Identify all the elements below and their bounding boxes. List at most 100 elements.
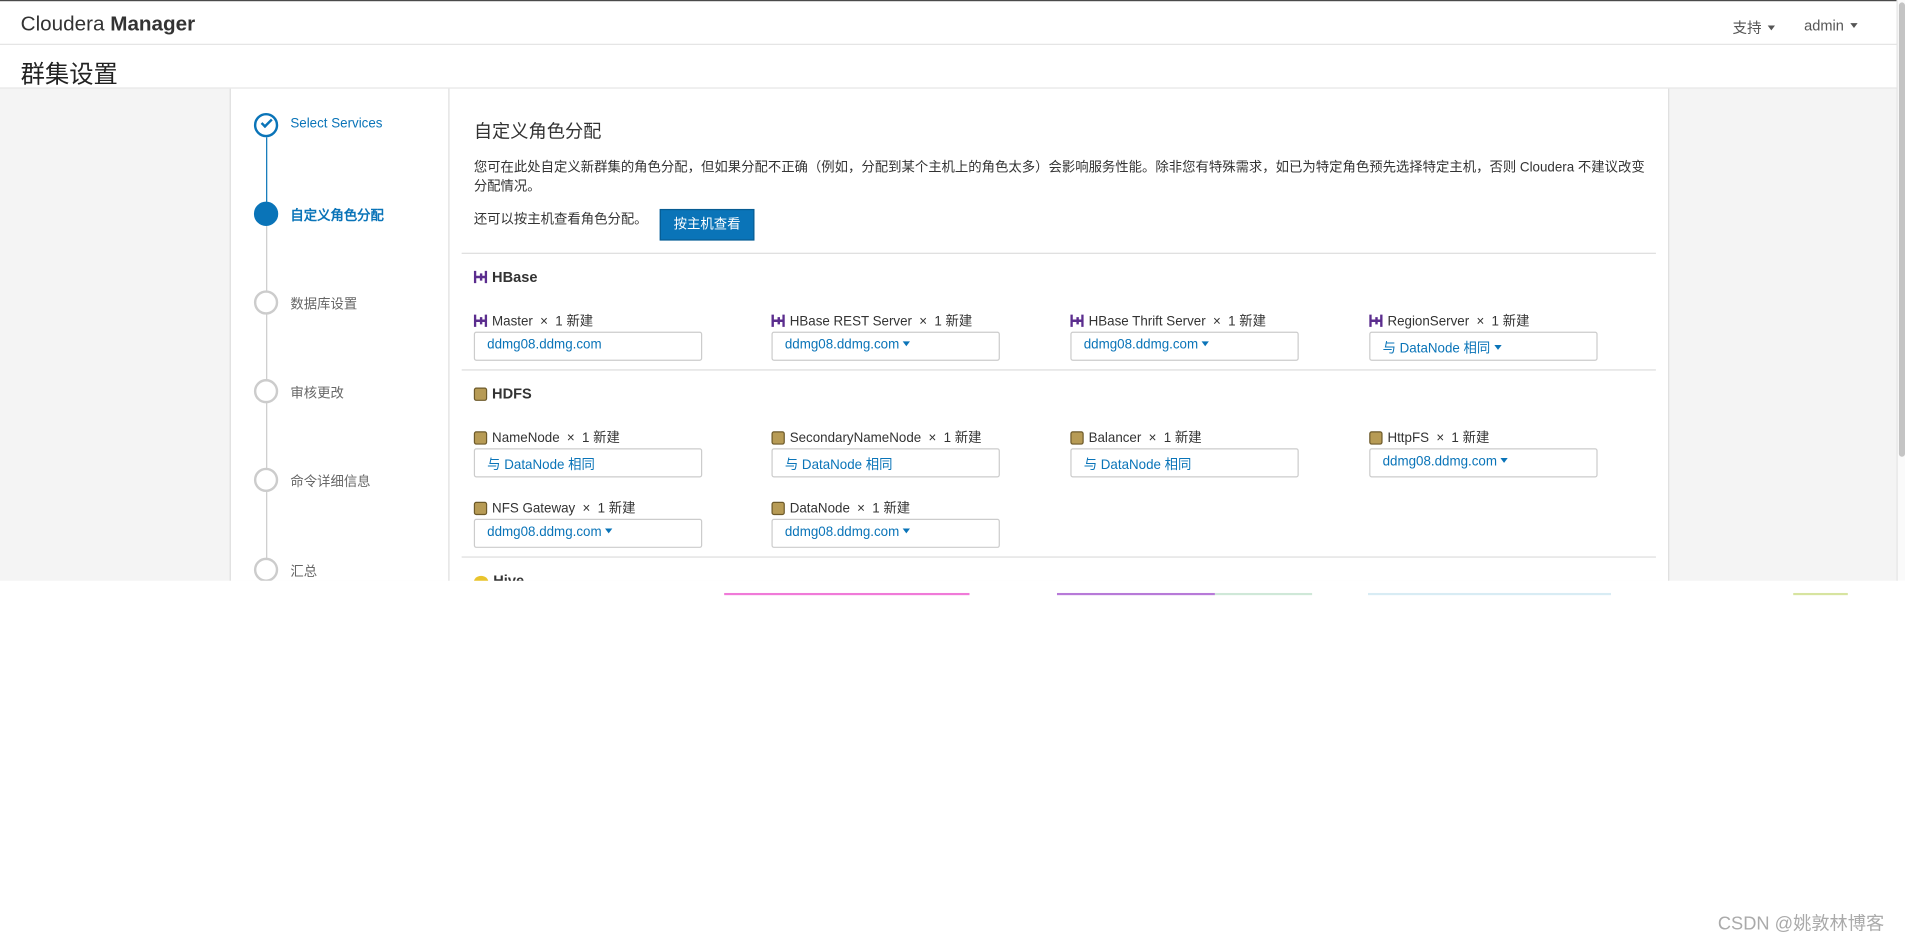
support-menu[interactable]: 支持 [1732, 17, 1776, 38]
caret-down-icon [1493, 345, 1502, 350]
role-name: RegionServer [1387, 314, 1470, 330]
role-count: 1 新建 [582, 431, 620, 446]
times-sign: × [1476, 314, 1485, 330]
caret-down-icon [902, 341, 911, 347]
role-count: 1 新建 [1228, 314, 1266, 330]
step-label: 命令详细信息 [290, 475, 371, 490]
host-selector[interactable]: ddmg08.ddmg.com [473, 331, 703, 361]
host-value: ddmg08.ddmg.com [784, 337, 900, 353]
host-value: ddmg08.ddmg.com [1083, 337, 1199, 353]
times-sign: × [1148, 431, 1157, 446]
hbase-icon [1070, 314, 1084, 327]
service-name: Hive [493, 572, 525, 581]
role-count: 1 新建 [872, 501, 911, 517]
role-hbase-rest-server: HBase REST Server × 1 新建 ddmg08.ddmg.com [771, 311, 1000, 361]
service-name: HBase [492, 268, 538, 286]
host-value: 与 DataNode 相同 [784, 458, 893, 473]
host-value: ddmg08.ddmg.com [784, 524, 900, 540]
hdfs-icon [1369, 431, 1383, 445]
page-title: 群集设置 [20, 61, 118, 89]
host-value: 与 DataNode 相同 [1083, 458, 1192, 473]
step-label: 汇总 [290, 564, 318, 580]
active-step-circle-icon [253, 201, 279, 226]
scrollbar-thumb[interactable] [1898, 2, 1905, 457]
service-title-hive: Hive [473, 572, 525, 581]
times-sign: × [582, 501, 591, 517]
role-name: Master [492, 314, 533, 330]
chevron-down-icon [1849, 23, 1858, 28]
top-navbar: Cloudera Manager 支持 admin [0, 0, 1897, 45]
role-count: 1 新建 [1451, 431, 1490, 446]
caret-down-icon [1500, 458, 1508, 463]
role-hdfs-httpfs: HttpFS × 1 新建 ddmg08.ddmg.com [1369, 428, 1598, 478]
step-label: Select Services [290, 116, 383, 132]
service-title-hbase: HBase [473, 268, 538, 286]
chevron-down-icon [1767, 25, 1776, 31]
host-selector[interactable]: 与 DataNode 相同 [1369, 331, 1598, 361]
step-circle-icon [253, 467, 279, 493]
host-view-text: 还可以按主机查看角色分配。 [473, 212, 648, 228]
divider [461, 556, 1656, 558]
times-sign: × [1212, 314, 1221, 330]
step-command-details[interactable]: 命令详细信息 [253, 467, 448, 495]
user-menu[interactable]: admin [1804, 17, 1858, 35]
times-sign: × [919, 314, 928, 330]
step-summary[interactable]: 汇总 [253, 557, 448, 581]
main-panel: 自定义角色分配 您可在此处自定义新群集的角色分配，但如果分配不正确（例如，分配到… [449, 88, 1670, 581]
role-name: Balancer [1088, 431, 1142, 446]
hbase-icon [473, 314, 488, 327]
role-count: 1 新建 [597, 501, 636, 517]
role-name: SecondaryNameNode [789, 431, 922, 446]
scrollbar[interactable] [1896, 0, 1905, 581]
role-hbase-thrift-server: HBase Thrift Server × 1 新建 ddmg08.ddmg.com [1070, 311, 1299, 361]
host-selector[interactable]: 与 DataNode 相同 [473, 448, 703, 478]
hbase-icon [473, 270, 488, 284]
step-circle-icon [253, 290, 279, 315]
hive-icon [473, 575, 489, 581]
user-label: admin [1804, 17, 1844, 35]
host-selector[interactable]: 与 DataNode 相同 [1070, 448, 1299, 478]
role-name: HBase REST Server [789, 314, 913, 330]
host-selector[interactable]: ddmg08.ddmg.com [1070, 331, 1299, 361]
role-name: NFS Gateway [492, 501, 576, 517]
role-count: 1 新建 [934, 314, 973, 330]
step-circle-icon [253, 557, 279, 581]
step-custom-role-assignment[interactable]: 自定义角色分配 [253, 201, 448, 229]
host-selector[interactable]: 与 DataNode 相同 [771, 448, 1000, 478]
host-value: 与 DataNode 相同 [487, 458, 595, 473]
step-database-setup[interactable]: 数据库设置 [253, 290, 448, 317]
divider [461, 252, 1656, 254]
role-count: 1 新建 [1491, 314, 1530, 330]
role-hbase-master: Master × 1 新建 ddmg08.ddmg.com [473, 311, 703, 361]
hdfs-icon [473, 431, 488, 445]
hdfs-icon [1070, 431, 1084, 445]
watermark: CSDN @姚敦林博客 [1717, 913, 1885, 935]
screen: Cloudera Manager 支持 admin 群集设置 Select Se… [0, 0, 1905, 943]
host-value: ddmg08.ddmg.com [487, 524, 602, 540]
host-value: ddmg08.ddmg.com [487, 337, 602, 353]
times-sign: × [857, 501, 866, 517]
support-label: 支持 [1732, 19, 1762, 37]
step-select-services[interactable]: Select Services [253, 112, 448, 140]
role-count: 1 新建 [1163, 431, 1202, 446]
role-hdfs-secondarynamenode: SecondaryNameNode × 1 新建 与 DataNode 相同 [771, 428, 1000, 478]
app-brand[interactable]: Cloudera Manager [21, 12, 196, 36]
host-selector[interactable]: ddmg08.ddmg.com [771, 518, 1000, 548]
host-selector[interactable]: ddmg08.ddmg.com [771, 331, 1000, 361]
step-review-changes[interactable]: 审核更改 [253, 379, 448, 406]
caret-down-icon [902, 528, 911, 534]
role-count: 1 新建 [555, 314, 594, 330]
render-artifact-strip [724, 580, 1848, 596]
host-selector[interactable]: ddmg08.ddmg.com [473, 518, 703, 548]
artifact-lines [724, 592, 1848, 596]
view-by-host-button[interactable]: 按主机查看 [659, 208, 755, 241]
wizard-steps: Select Services 自定义角色分配 数据库设置 审核更改 命令详细信… [229, 88, 450, 581]
role-hbase-regionserver: RegionServer × 1 新建 与 DataNode 相同 [1369, 311, 1598, 361]
hbase-icon [771, 314, 785, 327]
service-name: HDFS [492, 385, 532, 403]
caret-down-icon [1201, 341, 1210, 347]
hdfs-icon [771, 431, 785, 445]
times-sign: × [928, 431, 937, 446]
check-circle-icon [253, 112, 279, 138]
host-selector[interactable]: ddmg08.ddmg.com [1369, 448, 1598, 478]
